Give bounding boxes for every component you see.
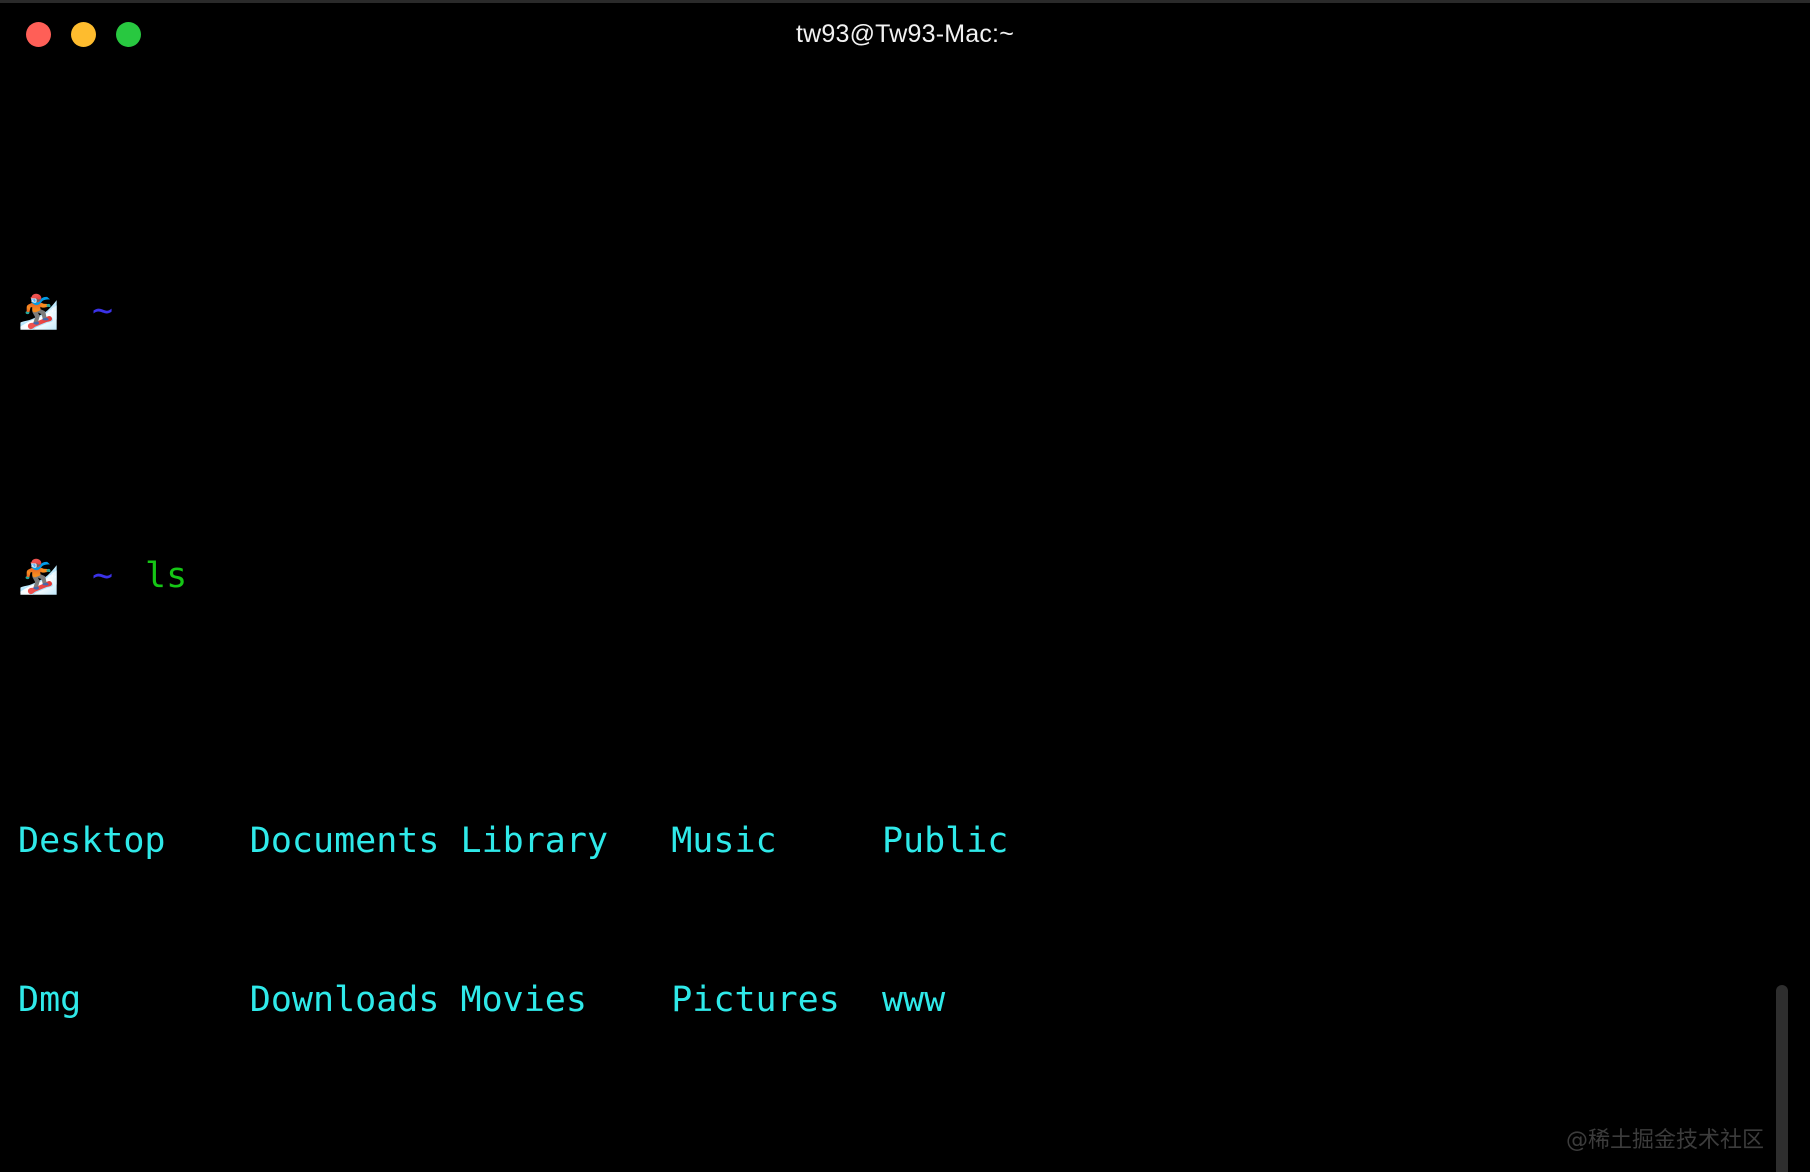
snowboarder-icon: 🏂 xyxy=(18,557,60,596)
prompt-line-2: 🏂 ~ ls xyxy=(18,550,1810,603)
snowboarder-icon: 🏂 xyxy=(18,292,60,331)
prompt-line-1: 🏂 ~ xyxy=(18,285,1810,338)
prompt-path: ~ xyxy=(92,291,114,331)
ls-output-row: Desktop Documents Library Music Public xyxy=(18,821,1009,861)
terminal-window: tw93@Tw93-Mac:~ 🏂 ~ 🏂 ~ ls Desktop Docum… xyxy=(0,0,1810,1172)
window-titlebar: tw93@Tw93-Mac:~ xyxy=(0,3,1810,65)
scrollbar-thumb[interactable] xyxy=(1776,985,1788,1172)
watermark: @稀土掘金技术社区 xyxy=(1565,1128,1764,1153)
prompt-path: ~ xyxy=(92,556,114,596)
scrollbar-track[interactable] xyxy=(1776,65,1800,1172)
window-title: tw93@Tw93-Mac:~ xyxy=(795,20,1015,48)
prompt-command-ls: ls xyxy=(145,556,188,596)
terminal-content[interactable]: 🏂 ~ 🏂 ~ ls Desktop Documents Library Mus… xyxy=(0,65,1810,1172)
ls-output-row: Dmg Downloads Movies Pictures www xyxy=(18,980,946,1020)
